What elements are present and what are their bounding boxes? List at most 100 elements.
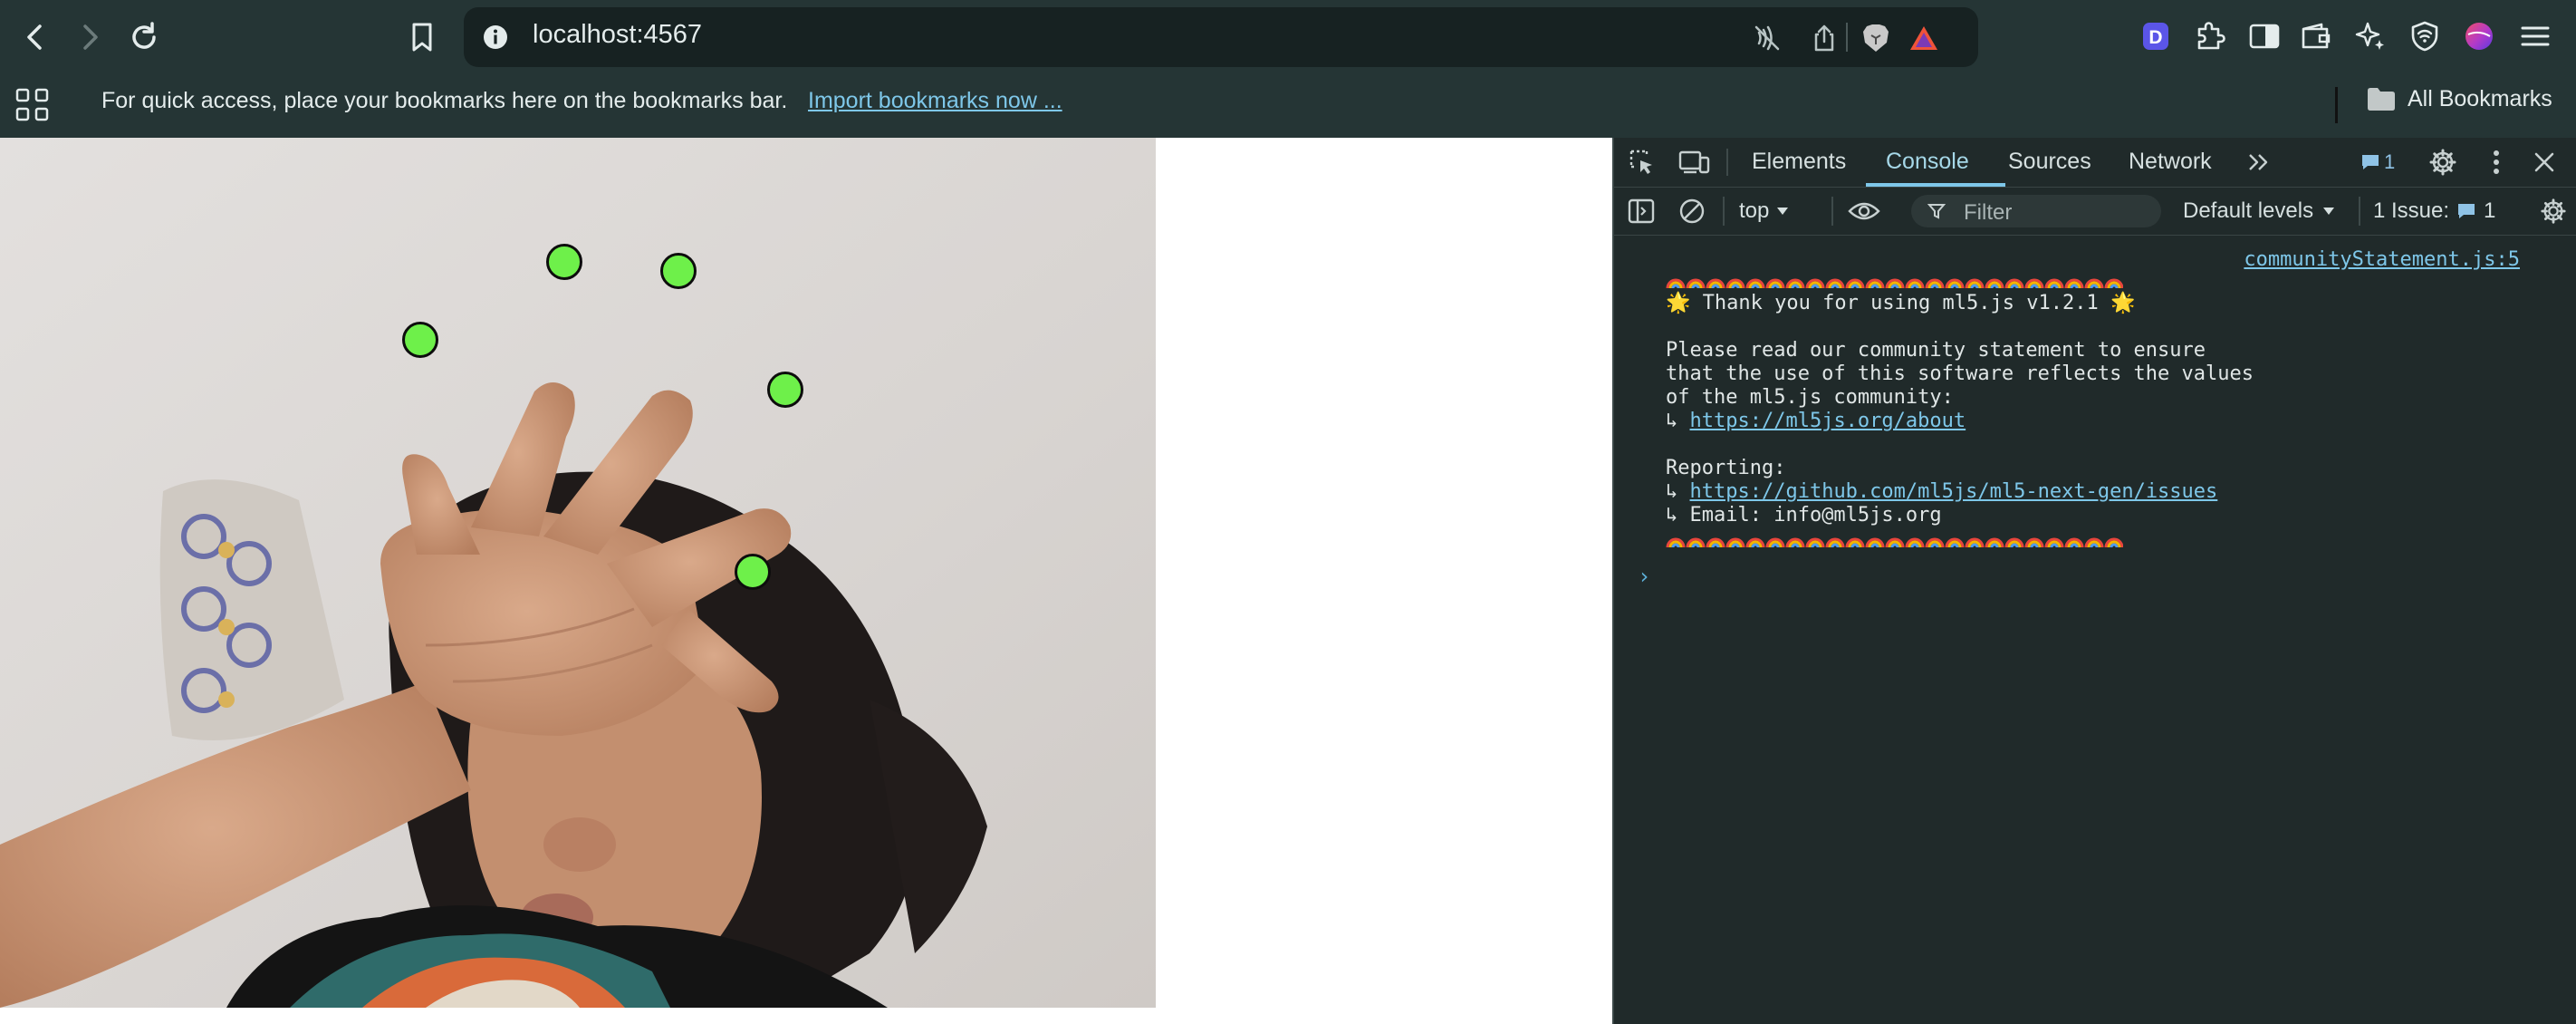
sidebar-toggle-icon bbox=[1628, 198, 1655, 224]
filter-funnel-icon bbox=[1927, 204, 1946, 219]
message-source-link[interactable]: communityStatement.js:5 bbox=[2244, 248, 2520, 271]
tab-elements[interactable]: Elements bbox=[1752, 149, 1846, 175]
back-button[interactable] bbox=[14, 16, 56, 58]
keypoint-marker bbox=[402, 322, 438, 358]
log-levels-dropdown[interactable]: Default levels bbox=[2183, 197, 2335, 226]
close-devtools-button[interactable] bbox=[2531, 149, 2558, 176]
no-speech-icon bbox=[1754, 25, 1780, 51]
extensions-button[interactable] bbox=[2192, 18, 2228, 54]
about-link[interactable]: https://ml5js.org/about bbox=[1690, 410, 1966, 432]
bookmarks-bar-hint: For quick access, place your bookmarks h… bbox=[101, 88, 788, 113]
active-tab-indicator bbox=[1866, 183, 2005, 187]
brave-shields-button[interactable] bbox=[1860, 23, 1891, 53]
import-bookmarks-link[interactable]: Import bookmarks now ... bbox=[808, 88, 1062, 114]
clear-circle-icon bbox=[1679, 198, 1705, 224]
log-levels-label: Default levels bbox=[2183, 198, 2314, 223]
clear-console-button[interactable] bbox=[1677, 197, 1706, 226]
keypoint-marker bbox=[735, 554, 771, 590]
bookmarks-bar: For quick access, place your bookmarks h… bbox=[0, 74, 2576, 138]
tab-sources[interactable]: Sources bbox=[2008, 149, 2091, 175]
bookmark-page-button[interactable] bbox=[401, 16, 443, 58]
message-icon bbox=[2362, 155, 2379, 169]
all-bookmarks-button[interactable]: All Bookmarks bbox=[2366, 85, 2552, 112]
chevron-double-right-icon bbox=[2249, 154, 2268, 170]
context-selector[interactable]: top bbox=[1739, 197, 1789, 226]
live-expression-button[interactable] bbox=[1846, 197, 1882, 226]
keypoint-marker bbox=[546, 244, 582, 280]
issues-link[interactable]: https://github.com/ml5js/ml5-next-gen/is… bbox=[1690, 480, 2218, 503]
wallet-icon bbox=[2302, 23, 2331, 49]
tab-divider bbox=[1726, 149, 1728, 176]
filter-placeholder: Filter bbox=[1964, 200, 2013, 225]
page-viewport bbox=[0, 138, 1612, 1024]
device-mode-icon bbox=[1678, 150, 1710, 174]
arrow-glyph: ↳ bbox=[1666, 410, 1690, 432]
sidebar-icon bbox=[2249, 24, 2280, 49]
main-menu-button[interactable] bbox=[2517, 18, 2553, 54]
reload-button[interactable] bbox=[123, 16, 165, 58]
device-toolbar-button[interactable] bbox=[1677, 147, 1712, 178]
brave-lion-icon bbox=[1863, 24, 1889, 52]
devtools-more-button[interactable] bbox=[2487, 147, 2505, 178]
caret-down-icon bbox=[2323, 208, 2335, 215]
menu-icon bbox=[2521, 26, 2550, 46]
devtools-panel: Elements Console Sources Network 1 top F… bbox=[1612, 138, 2576, 1024]
browser-toolbar: localhost:4567 D bbox=[0, 0, 2576, 74]
issues-label: 1 Issue: bbox=[2373, 198, 2450, 223]
issues-button[interactable]: 1 Issue: 1 bbox=[2373, 197, 2495, 226]
console-settings-button[interactable] bbox=[2538, 197, 2569, 226]
leo-ai-icon bbox=[2355, 22, 2384, 50]
webcam-canvas[interactable] bbox=[0, 138, 1156, 1008]
profile-avatar bbox=[2465, 23, 2493, 50]
gear-icon bbox=[2429, 149, 2456, 176]
vpn-shield-icon bbox=[2411, 21, 2438, 52]
tab-network[interactable]: Network bbox=[2129, 149, 2212, 175]
arrow-glyph: ↳ bbox=[1666, 480, 1690, 503]
toolbar-divider bbox=[1723, 197, 1725, 226]
devtools-tab-bar: Elements Console Sources Network 1 bbox=[1614, 138, 2576, 188]
toolbar-divider bbox=[1831, 197, 1833, 226]
rainbow-row-icon bbox=[1666, 270, 2123, 290]
messages-count: 1 bbox=[2384, 150, 2396, 173]
leo-ai-button[interactable] bbox=[2352, 18, 2389, 54]
inspect-cursor-icon bbox=[1629, 150, 1652, 174]
inspect-element-button[interactable] bbox=[1627, 147, 1658, 178]
context-label: top bbox=[1739, 198, 1770, 223]
close-icon bbox=[2534, 152, 2554, 172]
console-prompt[interactable]: › bbox=[1638, 564, 1650, 589]
sidebar-button[interactable] bbox=[2246, 18, 2283, 54]
devtools-settings-button[interactable] bbox=[2427, 147, 2458, 178]
kebab-menu-icon bbox=[2494, 150, 2499, 174]
share-button[interactable] bbox=[1809, 23, 1840, 53]
d-extension-button[interactable]: D bbox=[2138, 18, 2174, 54]
console-output[interactable]: communityStatement.js:5 🌟 Thank you for … bbox=[1614, 236, 2576, 1024]
console-messages-badge[interactable]: 1 bbox=[2360, 149, 2395, 176]
share-icon bbox=[1814, 24, 1834, 52]
forward-button[interactable] bbox=[69, 16, 111, 58]
apps-grid-icon[interactable] bbox=[14, 87, 51, 123]
console-line: ↳ https://ml5js.org/about bbox=[1666, 410, 1966, 432]
address-bar[interactable]: localhost:4567 bbox=[464, 7, 1978, 67]
issues-count: 1 bbox=[2484, 198, 2496, 223]
reader-mode-button[interactable] bbox=[1752, 23, 1783, 53]
issue-message-icon bbox=[2458, 204, 2475, 218]
console-line: Please read our community statement to e… bbox=[1666, 339, 2206, 362]
wallet-button[interactable] bbox=[2298, 18, 2334, 54]
tab-console[interactable]: Console bbox=[1886, 149, 1969, 175]
more-tabs-button[interactable] bbox=[2244, 149, 2272, 176]
vpn-button[interactable] bbox=[2407, 18, 2443, 54]
site-info-icon[interactable] bbox=[482, 24, 509, 51]
console-line: 🌟 Thank you for using ml5.js v1.2.1 🌟 bbox=[1666, 292, 2136, 314]
puzzle-icon bbox=[2197, 22, 2225, 50]
rainbow-row-icon bbox=[1666, 529, 2123, 549]
console-line: ↳ Email: info@ml5js.org bbox=[1666, 504, 1942, 526]
address-divider bbox=[1846, 23, 1848, 52]
console-sidebar-button[interactable] bbox=[1627, 197, 1656, 226]
url-text[interactable]: localhost:4567 bbox=[533, 20, 702, 50]
forward-arrow-icon bbox=[83, 24, 98, 50]
brave-rewards-button[interactable] bbox=[1908, 23, 1939, 53]
console-line: that the use of this software reflects t… bbox=[1666, 362, 2254, 385]
console-filter-input[interactable] bbox=[1911, 195, 2161, 227]
profile-avatar-button[interactable] bbox=[2461, 18, 2497, 54]
bookmark-icon bbox=[412, 23, 432, 52]
